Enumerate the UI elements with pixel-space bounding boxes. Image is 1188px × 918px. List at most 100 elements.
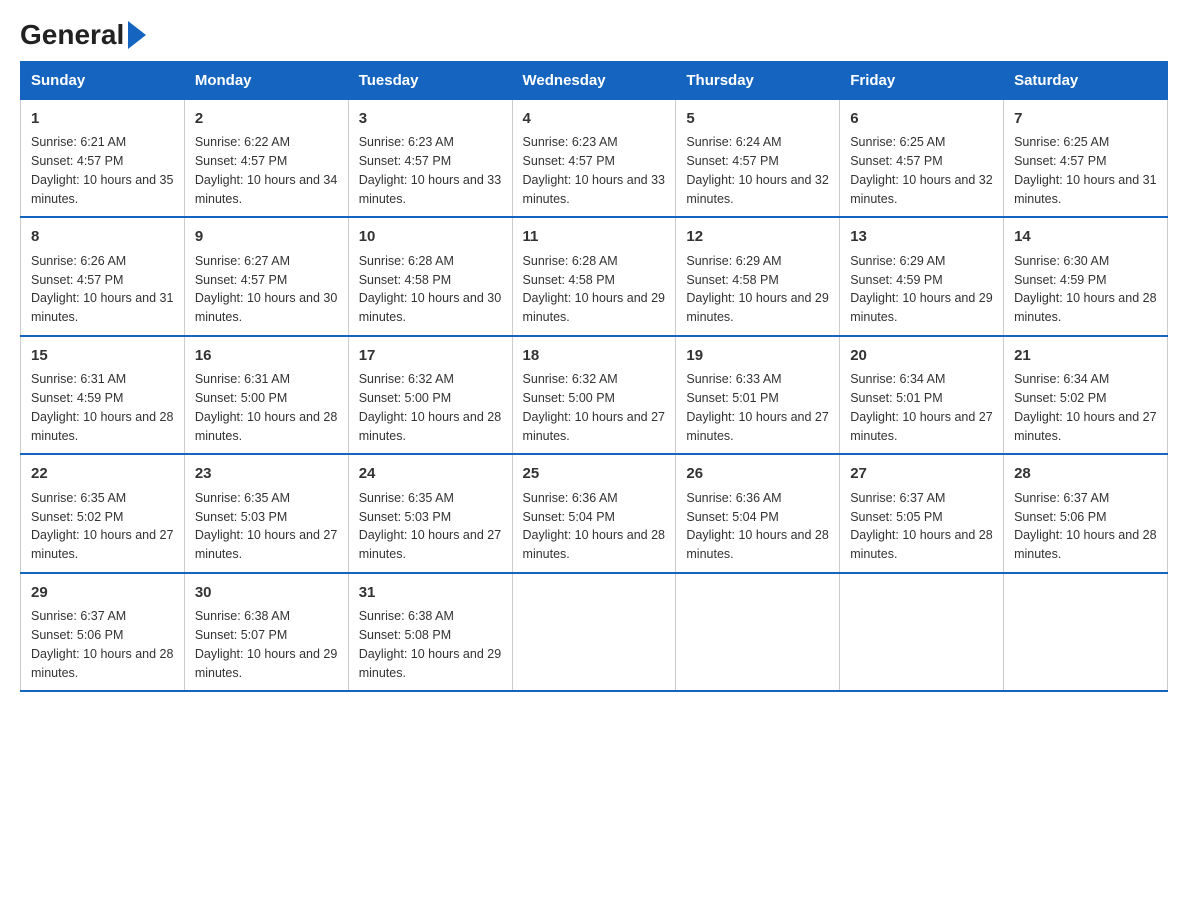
sunset-label: Sunset: 4:59 PM (1014, 273, 1106, 287)
sunset-label: Sunset: 4:57 PM (850, 154, 942, 168)
sunset-label: Sunset: 4:57 PM (195, 154, 287, 168)
day-number: 18 (523, 345, 666, 368)
sunrise-label: Sunrise: 6:34 AM (1014, 372, 1109, 386)
daylight-label: Daylight: 10 hours and 27 minutes. (686, 410, 828, 443)
sunrise-label: Sunrise: 6:29 AM (850, 254, 945, 268)
daylight-label: Daylight: 10 hours and 27 minutes. (523, 410, 665, 443)
daylight-label: Daylight: 10 hours and 27 minutes. (359, 528, 501, 561)
day-number: 6 (850, 108, 993, 131)
logo: General (20, 20, 146, 51)
daylight-label: Daylight: 10 hours and 34 minutes. (195, 173, 337, 206)
sunset-label: Sunset: 5:06 PM (1014, 510, 1106, 524)
day-number: 9 (195, 226, 338, 249)
day-number: 2 (195, 108, 338, 131)
daylight-label: Daylight: 10 hours and 35 minutes. (31, 173, 173, 206)
sunset-label: Sunset: 4:57 PM (195, 273, 287, 287)
day-number: 16 (195, 345, 338, 368)
day-number: 30 (195, 582, 338, 605)
sunset-label: Sunset: 4:57 PM (523, 154, 615, 168)
calendar-day-cell: 20 Sunrise: 6:34 AM Sunset: 5:01 PM Dayl… (840, 336, 1004, 455)
weekday-header-sunday: Sunday (21, 61, 185, 99)
daylight-label: Daylight: 10 hours and 28 minutes. (359, 410, 501, 443)
sunset-label: Sunset: 5:00 PM (195, 391, 287, 405)
sunrise-label: Sunrise: 6:26 AM (31, 254, 126, 268)
day-number: 20 (850, 345, 993, 368)
calendar-day-cell: 13 Sunrise: 6:29 AM Sunset: 4:59 PM Dayl… (840, 217, 1004, 336)
daylight-label: Daylight: 10 hours and 29 minutes. (359, 647, 501, 680)
sunrise-label: Sunrise: 6:28 AM (523, 254, 618, 268)
page-header: General (20, 20, 1168, 51)
day-number: 23 (195, 463, 338, 486)
calendar-day-cell: 6 Sunrise: 6:25 AM Sunset: 4:57 PM Dayli… (840, 99, 1004, 217)
calendar-week-4: 22 Sunrise: 6:35 AM Sunset: 5:02 PM Dayl… (21, 454, 1168, 573)
calendar-day-cell: 2 Sunrise: 6:22 AM Sunset: 4:57 PM Dayli… (184, 99, 348, 217)
sunset-label: Sunset: 5:00 PM (523, 391, 615, 405)
sunrise-label: Sunrise: 6:32 AM (523, 372, 618, 386)
day-number: 26 (686, 463, 829, 486)
sunset-label: Sunset: 5:04 PM (686, 510, 778, 524)
daylight-label: Daylight: 10 hours and 27 minutes. (850, 410, 992, 443)
calendar-day-cell: 26 Sunrise: 6:36 AM Sunset: 5:04 PM Dayl… (676, 454, 840, 573)
day-number: 13 (850, 226, 993, 249)
calendar-day-cell (1004, 573, 1168, 692)
sunset-label: Sunset: 4:57 PM (31, 154, 123, 168)
calendar-day-cell: 18 Sunrise: 6:32 AM Sunset: 5:00 PM Dayl… (512, 336, 676, 455)
sunrise-label: Sunrise: 6:32 AM (359, 372, 454, 386)
calendar-day-cell: 1 Sunrise: 6:21 AM Sunset: 4:57 PM Dayli… (21, 99, 185, 217)
sunset-label: Sunset: 5:08 PM (359, 628, 451, 642)
sunrise-label: Sunrise: 6:37 AM (850, 491, 945, 505)
day-number: 3 (359, 108, 502, 131)
calendar-table: SundayMondayTuesdayWednesdayThursdayFrid… (20, 61, 1168, 693)
daylight-label: Daylight: 10 hours and 30 minutes. (359, 291, 501, 324)
calendar-day-cell: 3 Sunrise: 6:23 AM Sunset: 4:57 PM Dayli… (348, 99, 512, 217)
day-number: 21 (1014, 345, 1157, 368)
calendar-day-cell: 4 Sunrise: 6:23 AM Sunset: 4:57 PM Dayli… (512, 99, 676, 217)
sunrise-label: Sunrise: 6:37 AM (31, 609, 126, 623)
daylight-label: Daylight: 10 hours and 29 minutes. (850, 291, 992, 324)
sunset-label: Sunset: 5:04 PM (523, 510, 615, 524)
calendar-day-cell: 8 Sunrise: 6:26 AM Sunset: 4:57 PM Dayli… (21, 217, 185, 336)
daylight-label: Daylight: 10 hours and 29 minutes. (523, 291, 665, 324)
calendar-day-cell: 11 Sunrise: 6:28 AM Sunset: 4:58 PM Dayl… (512, 217, 676, 336)
calendar-day-cell: 24 Sunrise: 6:35 AM Sunset: 5:03 PM Dayl… (348, 454, 512, 573)
sunrise-label: Sunrise: 6:38 AM (195, 609, 290, 623)
daylight-label: Daylight: 10 hours and 28 minutes. (850, 528, 992, 561)
day-number: 19 (686, 345, 829, 368)
daylight-label: Daylight: 10 hours and 28 minutes. (523, 528, 665, 561)
calendar-day-cell (512, 573, 676, 692)
calendar-day-cell: 29 Sunrise: 6:37 AM Sunset: 5:06 PM Dayl… (21, 573, 185, 692)
calendar-day-cell: 5 Sunrise: 6:24 AM Sunset: 4:57 PM Dayli… (676, 99, 840, 217)
day-number: 25 (523, 463, 666, 486)
daylight-label: Daylight: 10 hours and 27 minutes. (1014, 410, 1156, 443)
day-number: 10 (359, 226, 502, 249)
calendar-week-2: 8 Sunrise: 6:26 AM Sunset: 4:57 PM Dayli… (21, 217, 1168, 336)
calendar-day-cell (840, 573, 1004, 692)
sunrise-label: Sunrise: 6:36 AM (523, 491, 618, 505)
sunrise-label: Sunrise: 6:30 AM (1014, 254, 1109, 268)
calendar-week-5: 29 Sunrise: 6:37 AM Sunset: 5:06 PM Dayl… (21, 573, 1168, 692)
calendar-day-cell: 16 Sunrise: 6:31 AM Sunset: 5:00 PM Dayl… (184, 336, 348, 455)
day-number: 11 (523, 226, 666, 249)
calendar-week-1: 1 Sunrise: 6:21 AM Sunset: 4:57 PM Dayli… (21, 99, 1168, 217)
sunset-label: Sunset: 4:57 PM (686, 154, 778, 168)
weekday-header-monday: Monday (184, 61, 348, 99)
sunrise-label: Sunrise: 6:25 AM (850, 135, 945, 149)
logo-general-text: General (20, 20, 124, 51)
sunset-label: Sunset: 5:03 PM (359, 510, 451, 524)
daylight-label: Daylight: 10 hours and 31 minutes. (31, 291, 173, 324)
sunset-label: Sunset: 5:02 PM (31, 510, 123, 524)
sunrise-label: Sunrise: 6:33 AM (686, 372, 781, 386)
calendar-day-cell: 31 Sunrise: 6:38 AM Sunset: 5:08 PM Dayl… (348, 573, 512, 692)
sunrise-label: Sunrise: 6:28 AM (359, 254, 454, 268)
daylight-label: Daylight: 10 hours and 29 minutes. (686, 291, 828, 324)
calendar-day-cell: 28 Sunrise: 6:37 AM Sunset: 5:06 PM Dayl… (1004, 454, 1168, 573)
sunset-label: Sunset: 4:57 PM (31, 273, 123, 287)
sunrise-label: Sunrise: 6:31 AM (31, 372, 126, 386)
sunset-label: Sunset: 4:57 PM (359, 154, 451, 168)
calendar-day-cell: 21 Sunrise: 6:34 AM Sunset: 5:02 PM Dayl… (1004, 336, 1168, 455)
calendar-day-cell: 14 Sunrise: 6:30 AM Sunset: 4:59 PM Dayl… (1004, 217, 1168, 336)
daylight-label: Daylight: 10 hours and 28 minutes. (1014, 291, 1156, 324)
sunset-label: Sunset: 5:02 PM (1014, 391, 1106, 405)
calendar-day-cell: 7 Sunrise: 6:25 AM Sunset: 4:57 PM Dayli… (1004, 99, 1168, 217)
day-number: 27 (850, 463, 993, 486)
